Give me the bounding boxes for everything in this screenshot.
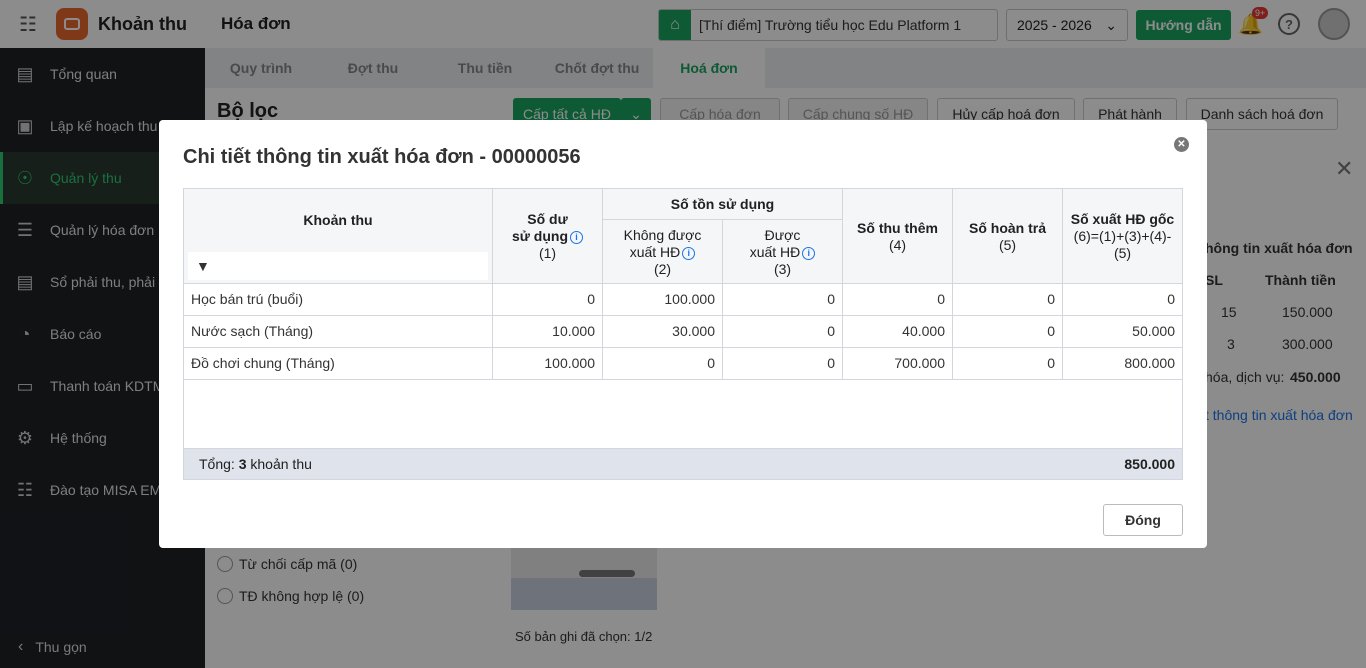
col-so-du: Số dư sử dụng i (1): [493, 189, 603, 284]
col-label: (3): [773, 260, 792, 277]
close-button[interactable]: Đóng: [1103, 504, 1183, 536]
cell-value: 0: [1167, 291, 1175, 307]
col-khong-duoc: Không được xuất HĐ i (2): [603, 220, 723, 284]
cell-name: Nước sạch (Tháng): [184, 316, 493, 347]
col-label: sử dụng: [511, 228, 569, 244]
table-row[interactable]: Nước sạch (Tháng) 10.000 30.000 0 40.000…: [184, 316, 1182, 348]
col-duoc: Được xuất HĐ i (3): [723, 220, 843, 284]
cell-value: 0: [723, 316, 843, 347]
col-label: Khoản thu: [303, 212, 373, 228]
col-label: xuất HĐ: [629, 243, 681, 260]
cell-value: 100.000: [603, 284, 723, 315]
table-row[interactable]: Đồ chơi chung (Tháng) 100.000 0 0 700.00…: [184, 348, 1182, 380]
cell-value: 0: [603, 348, 723, 379]
cell-value: 0: [493, 284, 603, 315]
cell-value: 30.000: [603, 316, 723, 347]
col-label: Số dư: [527, 211, 568, 227]
filter-icon: ▼: [196, 257, 210, 274]
col-label: Số xuất HĐ gốc: [1070, 211, 1175, 227]
footer-summary: Tổng: 3 khoản thu: [199, 456, 312, 472]
footer-count: 3: [238, 456, 247, 472]
col-label-line: xuất HĐ i: [750, 244, 816, 261]
cell-value: 0: [953, 316, 1063, 347]
cell-value: 50.000: [1132, 323, 1175, 339]
col-label: Số thu thêm: [857, 219, 938, 236]
col-label: Không được: [623, 226, 702, 243]
col-label: (4): [888, 236, 907, 253]
table-empty-space: [184, 380, 1182, 449]
cell-value: 0: [723, 284, 843, 315]
footer-suffix: khoản thu: [250, 456, 312, 472]
col-label-line: sử dụng i: [511, 228, 584, 245]
cell-name: Đồ chơi chung (Tháng): [184, 348, 493, 379]
col-thu-them: Số thu thêm (4): [843, 189, 953, 284]
info-icon[interactable]: i: [682, 246, 696, 260]
cell-value: 0: [843, 284, 953, 315]
table-header: Khoản thu ▼ Số dư sử dụng i (1) Số tồn sử…: [184, 189, 1182, 284]
col-label-line: xuất HĐ i: [630, 244, 696, 261]
col-label: xuất HĐ: [749, 243, 801, 260]
info-icon[interactable]: i: [802, 246, 816, 260]
cell-value: 800.000: [1124, 355, 1175, 371]
col-label: Số hoàn trả: [968, 219, 1046, 236]
col-label: (6)=(1)+(3)+(4)-: [1073, 228, 1172, 244]
cell-value: 100.000: [493, 348, 603, 379]
footer-total: 850.000: [1124, 456, 1175, 472]
cell-value: 0: [953, 348, 1063, 379]
col-khoan-thu: Khoản thu ▼: [184, 189, 493, 284]
col-hoan-tra: Số hoàn trả (5): [953, 189, 1063, 284]
cell-value: 40.000: [843, 316, 953, 347]
col-xuat-goc: Số xuất HĐ gốc (6)=(1)+(3)+(4)- (5): [1063, 189, 1182, 284]
invoice-detail-dialog: Chi tiết thông tin xuất hóa đơn - 000000…: [159, 120, 1207, 548]
footer-prefix: Tổng:: [199, 456, 235, 472]
col-label: (1): [538, 245, 557, 261]
col-label: (2): [653, 260, 672, 277]
col-label: (5): [1113, 245, 1132, 261]
cell-value: 700.000: [843, 348, 953, 379]
info-icon[interactable]: i: [570, 231, 584, 244]
close-icon[interactable]: ✕: [1174, 137, 1189, 152]
dialog-title: Chi tiết thông tin xuất hóa đơn - 000000…: [183, 146, 581, 168]
col-group-ton: Số tồn sử dụng: [603, 189, 843, 220]
detail-table: Khoản thu ▼ Số dư sử dụng i (1) Số tồn sử…: [183, 188, 1183, 480]
col-label: Được: [764, 226, 801, 243]
table-row[interactable]: Học bán trú (buổi) 0 100.000 0 0 0 0: [184, 284, 1182, 316]
table-footer: Tổng: 3 khoản thu 850.000: [184, 449, 1182, 479]
cell-value: 0: [953, 284, 1063, 315]
cell-value: 0: [723, 348, 843, 379]
filter-input[interactable]: ▼: [188, 252, 488, 280]
cell-value: 10.000: [493, 316, 603, 347]
col-label: (5): [998, 236, 1017, 253]
cell-name: Học bán trú (buổi): [184, 284, 493, 315]
